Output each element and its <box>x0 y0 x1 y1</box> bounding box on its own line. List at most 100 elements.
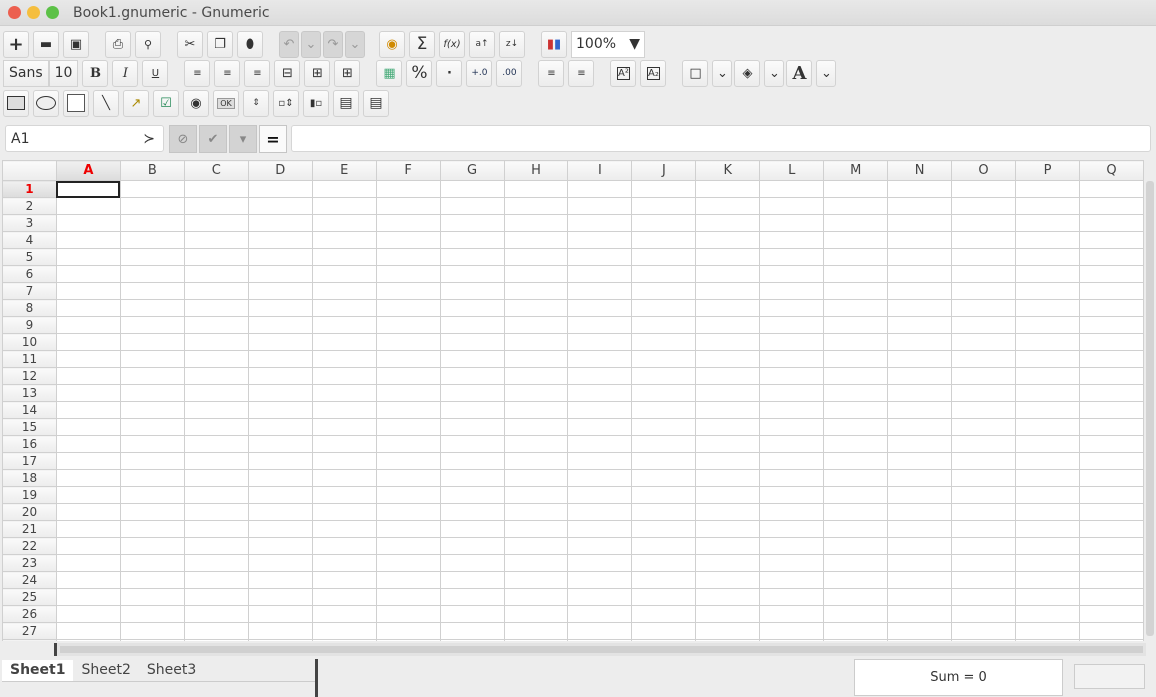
cell[interactable] <box>183 299 249 317</box>
cell[interactable] <box>695 316 761 334</box>
cell[interactable] <box>823 639 889 641</box>
cell[interactable] <box>439 503 505 521</box>
cell[interactable] <box>695 367 761 385</box>
undo-button[interactable]: ↶ <box>279 30 299 58</box>
row-header[interactable]: 14 <box>2 401 57 419</box>
cell[interactable] <box>375 452 441 470</box>
cell[interactable] <box>55 197 121 215</box>
row-header[interactable]: 6 <box>2 265 57 283</box>
cell[interactable] <box>375 248 441 266</box>
cell[interactable] <box>311 231 377 249</box>
row-header[interactable]: 24 <box>2 571 57 589</box>
cell[interactable] <box>247 554 313 572</box>
autosum-button[interactable]: Σ <box>409 30 435 58</box>
cell[interactable] <box>759 486 825 504</box>
cell[interactable] <box>183 418 249 436</box>
cell[interactable] <box>119 588 185 606</box>
cell[interactable] <box>695 282 761 300</box>
row-header[interactable]: 28 <box>2 639 57 641</box>
cell[interactable] <box>695 571 761 589</box>
cell[interactable] <box>1078 418 1144 436</box>
cell[interactable] <box>183 622 249 640</box>
cell[interactable] <box>55 435 121 453</box>
cell[interactable] <box>183 554 249 572</box>
cell[interactable] <box>375 469 441 487</box>
cell[interactable] <box>887 571 953 589</box>
row-header[interactable]: 19 <box>2 486 57 504</box>
cell[interactable] <box>55 520 121 538</box>
cell[interactable] <box>1078 384 1144 402</box>
cell[interactable] <box>247 418 313 436</box>
cell[interactable] <box>55 503 121 521</box>
font-size-field[interactable]: 10 <box>48 59 79 87</box>
column-header[interactable]: I <box>567 160 633 181</box>
cell[interactable] <box>55 333 121 351</box>
cell[interactable] <box>311 265 377 283</box>
cell[interactable] <box>951 571 1017 589</box>
cell[interactable] <box>887 537 953 555</box>
cell[interactable] <box>311 503 377 521</box>
cell[interactable] <box>823 452 889 470</box>
cell[interactable] <box>503 197 569 215</box>
background-color-dropdown[interactable]: ⌄ <box>764 59 785 87</box>
cell[interactable] <box>503 180 569 198</box>
column-header[interactable]: M <box>823 160 889 181</box>
cell[interactable] <box>951 520 1017 538</box>
vertical-scrollbar[interactable] <box>1144 178 1156 641</box>
cell[interactable] <box>887 316 953 334</box>
cell[interactable] <box>311 622 377 640</box>
cell[interactable] <box>1078 469 1144 487</box>
cell[interactable] <box>567 231 633 249</box>
cell[interactable] <box>887 588 953 606</box>
cell[interactable] <box>1015 452 1080 470</box>
scrollbar-thumb[interactable] <box>60 646 1143 653</box>
cell[interactable] <box>119 316 185 334</box>
cell[interactable] <box>823 367 889 385</box>
cell[interactable] <box>439 384 505 402</box>
cell[interactable] <box>1078 520 1144 538</box>
cell[interactable] <box>631 486 697 504</box>
cell[interactable] <box>183 265 249 283</box>
cell[interactable] <box>631 197 697 215</box>
cell[interactable] <box>439 231 505 249</box>
cell[interactable] <box>55 299 121 317</box>
cell[interactable] <box>631 299 697 317</box>
cell[interactable] <box>375 588 441 606</box>
cell[interactable] <box>695 350 761 368</box>
cell[interactable] <box>503 418 569 436</box>
print-preview-button[interactable]: ⚲ <box>135 30 161 58</box>
cell[interactable] <box>695 554 761 572</box>
cell[interactable] <box>951 486 1017 504</box>
cell[interactable] <box>631 537 697 555</box>
column-header[interactable]: F <box>375 160 441 181</box>
cell[interactable] <box>631 384 697 402</box>
cell[interactable] <box>887 605 953 623</box>
row-header[interactable]: 12 <box>2 367 57 385</box>
cell[interactable] <box>183 248 249 266</box>
cell[interactable] <box>375 231 441 249</box>
background-color-button[interactable]: ◈ <box>734 59 761 87</box>
cell[interactable] <box>631 350 697 368</box>
cell[interactable] <box>695 231 761 249</box>
cell[interactable] <box>503 537 569 555</box>
cell[interactable] <box>375 214 441 232</box>
cell[interactable] <box>503 299 569 317</box>
cell[interactable] <box>55 282 121 300</box>
cell[interactable] <box>823 503 889 521</box>
cell[interactable] <box>311 486 377 504</box>
save-button[interactable]: ▣ <box>63 30 89 58</box>
cell[interactable] <box>951 299 1017 317</box>
cell[interactable] <box>503 401 569 419</box>
cell[interactable] <box>375 520 441 538</box>
underline-button[interactable]: U <box>142 59 169 87</box>
cell[interactable] <box>1078 435 1144 453</box>
row-header[interactable]: 20 <box>2 503 57 521</box>
cell[interactable] <box>631 333 697 351</box>
thousands-separator-button[interactable]: · <box>436 59 463 87</box>
cell[interactable] <box>439 435 505 453</box>
row-header[interactable]: 10 <box>2 333 57 351</box>
cell[interactable] <box>567 333 633 351</box>
cell[interactable] <box>567 265 633 283</box>
cell[interactable] <box>247 452 313 470</box>
cell[interactable] <box>503 248 569 266</box>
